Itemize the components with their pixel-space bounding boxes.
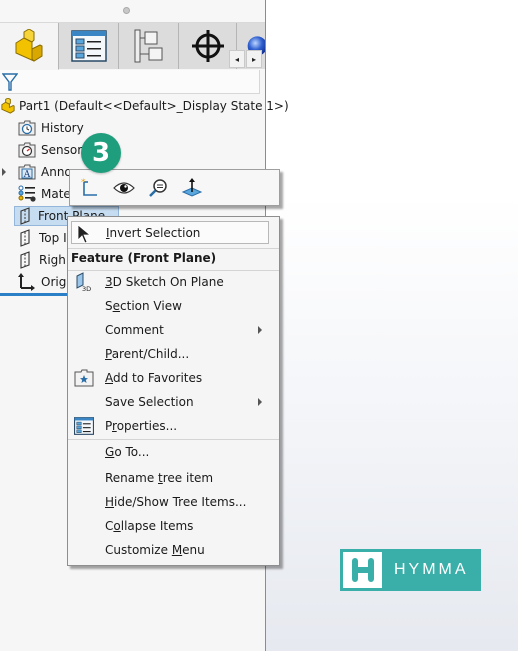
menu-item-label: Collapse Items	[105, 519, 194, 533]
menu-item-label: Comment	[105, 323, 164, 337]
menu-item-label: Rename tree item	[105, 471, 214, 485]
sketch-icon: *	[81, 178, 97, 196]
menu-item-label: Save Selection	[105, 395, 194, 409]
plane-icon	[20, 207, 30, 225]
arrow-right-icon: ▸	[251, 54, 256, 64]
step-number-badge: 3	[81, 133, 121, 173]
submenu-arrow-icon	[258, 398, 262, 406]
menu-item-customize-menu[interactable]: Customize Menu	[68, 538, 279, 562]
sensors-folder-icon	[18, 142, 36, 158]
logo-text: HYMMA	[394, 561, 469, 578]
context-menu: Invert Selection Feature (Front Plane) 3…	[67, 216, 280, 566]
tree-item-history[interactable]: History	[18, 117, 84, 139]
menu-item-go-to[interactable]: Go To...	[68, 440, 279, 464]
tree-item-label: Mate	[41, 187, 71, 201]
tree-item-origin[interactable]: Origi	[18, 271, 70, 293]
zoom-to-selection-icon	[149, 178, 167, 197]
menu-section-header: Feature (Front Plane)	[71, 251, 217, 265]
menu-item-properties[interactable]: Properties...	[68, 414, 279, 438]
tab-property-manager[interactable]	[59, 23, 119, 69]
menu-item-label: Invert Selection	[106, 225, 201, 240]
tab-scroll-left-button[interactable]: ◂	[229, 50, 245, 68]
tree-item-material[interactable]: Mate	[18, 183, 71, 205]
tree-root-part[interactable]: Part1 (Default<<Default>_Display State 1…	[0, 95, 289, 117]
origin-icon	[18, 273, 35, 291]
pane-grip-handle[interactable]	[123, 7, 130, 14]
part-icon	[1, 98, 15, 114]
cursor-icon	[75, 224, 95, 244]
menu-item-label: Parent/Child...	[105, 347, 190, 361]
show-hide-button[interactable]	[112, 176, 136, 200]
tree-filter-bar[interactable]	[0, 70, 260, 94]
favorites-icon	[74, 369, 94, 387]
menu-item-hide-show-tree-items[interactable]: Hide/Show Tree Items...	[68, 490, 279, 514]
pane-header	[0, 0, 265, 23]
plane-icon	[20, 229, 30, 247]
normal-to-icon	[181, 177, 203, 197]
tree-item-label: Anno	[41, 165, 72, 179]
tab-scroll-right-button[interactable]: ▸	[246, 50, 262, 68]
menu-item-3d-sketch-on-plane[interactable]: 3D 3D Sketch On Plane	[68, 270, 279, 294]
sketch-button[interactable]: *	[78, 176, 102, 200]
annotations-folder-icon: A	[18, 164, 36, 180]
menu-item-label: 3D Sketch On Plane	[105, 275, 224, 289]
expand-annotations-icon[interactable]	[2, 168, 6, 176]
menu-item-invert-selection[interactable]: Invert Selection	[71, 221, 269, 244]
menu-item-label: Hide/Show Tree Items...	[105, 495, 247, 509]
crosshair-icon	[191, 30, 224, 62]
svg-text:*: *	[81, 178, 86, 188]
menu-item-label: Properties...	[105, 419, 178, 433]
filter-icon	[2, 73, 18, 91]
tree-root-label: Part1 (Default<<Default>_Display State 1…	[19, 99, 289, 113]
tree-item-right-plane[interactable]: Righ	[18, 249, 66, 271]
hymma-logo: HYMMA	[340, 549, 481, 591]
svg-text:A: A	[23, 170, 31, 180]
logo-h-icon	[351, 558, 374, 582]
context-toolbar: *	[69, 169, 280, 206]
menu-item-save-selection[interactable]: Save Selection	[68, 390, 279, 414]
normal-to-button[interactable]	[180, 176, 204, 200]
tree-item-sensors[interactable]: Sensors	[18, 139, 88, 161]
tree-item-annotations[interactable]: A Anno	[18, 161, 72, 183]
arrow-left-icon: ◂	[234, 54, 239, 64]
eye-icon	[113, 181, 135, 194]
zoom-to-selection-button[interactable]	[146, 176, 170, 200]
tree-item-top-plane[interactable]: Top I	[18, 227, 67, 249]
history-folder-icon	[18, 120, 36, 136]
properties-icon	[74, 417, 94, 435]
3d-sketch-icon: 3D	[74, 272, 94, 292]
part-icon	[15, 29, 43, 62]
plane-icon	[20, 251, 30, 269]
menu-item-label: Customize Menu	[105, 543, 205, 557]
menu-item-section-view[interactable]: Section View	[68, 294, 279, 318]
menu-separator	[68, 248, 279, 249]
material-icon	[18, 185, 36, 202]
menu-item-label: Add to Favorites	[105, 371, 203, 385]
svg-text:3D: 3D	[82, 285, 91, 292]
tab-configuration-manager[interactable]	[119, 23, 179, 69]
menu-item-add-to-favorites[interactable]: Add to Favorites	[68, 366, 279, 390]
menu-item-rename-tree-item[interactable]: Rename tree item	[68, 466, 279, 490]
menu-item-parent-child[interactable]: Parent/Child...	[68, 342, 279, 366]
menu-item-collapse-items[interactable]: Collapse Items	[68, 514, 279, 538]
menu-item-comment[interactable]: Comment	[68, 318, 279, 342]
configuration-tree-icon	[134, 29, 162, 63]
manager-tabs: ◂ ▸	[0, 23, 265, 70]
tree-item-label: Righ	[39, 253, 66, 267]
tree-item-label: Top I	[39, 231, 67, 245]
property-list-icon	[70, 30, 107, 62]
menu-item-label: Section View	[105, 299, 182, 313]
submenu-arrow-icon	[258, 326, 262, 334]
tree-item-label: History	[41, 121, 84, 135]
tree-item-label: Origi	[41, 275, 70, 289]
tab-feature-manager[interactable]	[0, 23, 59, 70]
menu-item-label: Go To...	[105, 445, 150, 459]
logo-mark	[343, 552, 382, 588]
